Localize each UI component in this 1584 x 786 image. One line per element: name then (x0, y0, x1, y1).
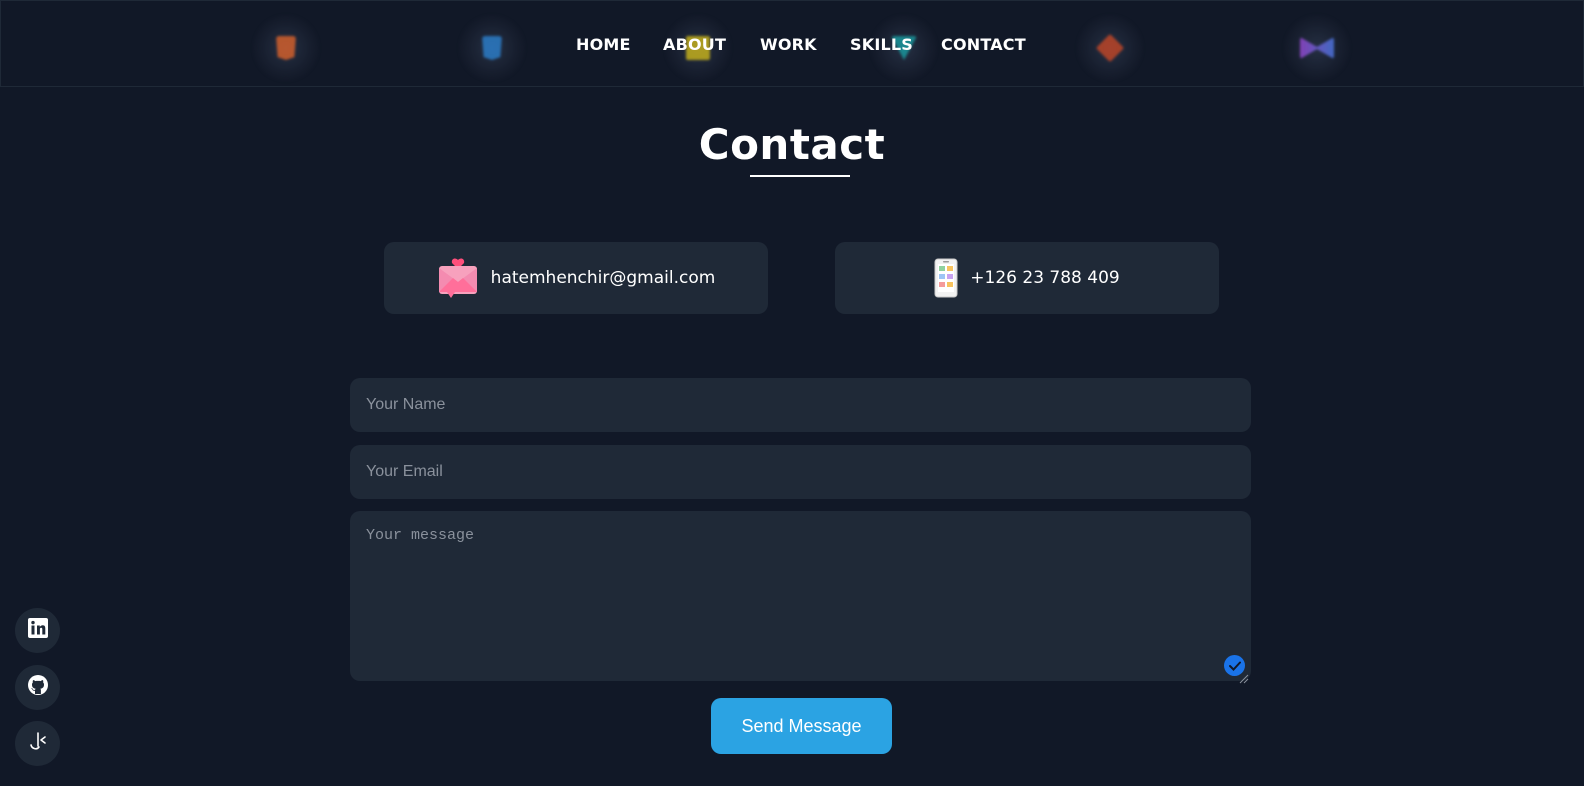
linkedin-link[interactable] (15, 608, 60, 653)
linkedin-icon (27, 617, 49, 644)
nav-contact[interactable]: CONTACT (941, 35, 1026, 54)
send-message-button[interactable]: Send Message (711, 698, 892, 754)
mail-icon (437, 258, 479, 298)
nav-skills[interactable]: SKILLS (850, 35, 913, 54)
name-input[interactable] (350, 378, 1251, 432)
phone-number: +126 23 788 409 (970, 268, 1120, 288)
site-header: HOME ABOUT WORK SKILLS CONTACT (0, 0, 1584, 87)
resize-grip-icon[interactable] (1239, 671, 1249, 684)
message-textarea[interactable] (350, 511, 1251, 681)
email-input[interactable] (350, 445, 1251, 499)
phone-card[interactable]: +126 23 788 409 (835, 242, 1219, 314)
email-address: hatemhenchir@gmail.com (490, 268, 716, 288)
title-underline (750, 175, 850, 177)
kaggle-icon (27, 730, 49, 757)
main-nav: HOME ABOUT WORK SKILLS CONTACT (1, 35, 1584, 57)
nav-work[interactable]: WORK (760, 35, 817, 54)
page-title: Contact (698, 120, 886, 169)
email-card[interactable]: hatemhenchir@gmail.com (384, 242, 768, 314)
phone-icon (934, 258, 958, 298)
github-link[interactable] (15, 665, 60, 710)
nav-about[interactable]: ABOUT (663, 35, 726, 54)
github-icon (27, 674, 49, 701)
kaggle-link[interactable] (15, 721, 60, 766)
nav-home[interactable]: HOME (576, 35, 631, 54)
